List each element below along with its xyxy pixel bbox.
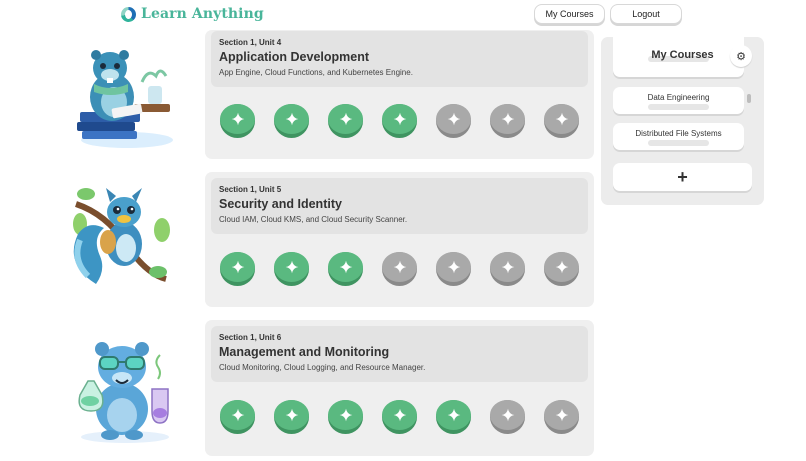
sparkle-icon <box>436 104 471 134</box>
logout-button[interactable]: Logout <box>610 4 682 24</box>
lesson-button-locked[interactable] <box>490 252 525 286</box>
unit-section-label: Section 1, Unit 4 <box>219 38 282 47</box>
add-course-button[interactable]: + <box>613 163 752 191</box>
unit-title: Application Development <box>219 50 370 64</box>
unit-header: Section 1, Unit 4 Application Developmen… <box>211 31 588 87</box>
bear-scientist-icon <box>78 342 169 443</box>
course-card-distributed-file-systems[interactable]: Distributed File Systems <box>613 123 744 150</box>
unit-card: Section 1, Unit 6 Management and Monitor… <box>205 320 594 456</box>
sparkle-icon <box>328 252 363 282</box>
unit-section-label: Section 1, Unit 6 <box>219 333 282 342</box>
lesson-button-completed[interactable] <box>274 400 309 434</box>
lesson-button-completed[interactable] <box>328 104 363 138</box>
sparkle-icon <box>544 104 579 134</box>
lesson-button-locked[interactable] <box>544 104 579 138</box>
gear-icon[interactable]: ⚙ <box>730 45 752 67</box>
course-name: Distributed File Systems <box>635 129 722 138</box>
lesson-button-completed[interactable] <box>220 104 255 138</box>
unit-header: Section 1, Unit 5 Security and Identity … <box>211 178 588 234</box>
sparkle-icon <box>544 252 579 282</box>
course-progress-bar <box>648 104 709 110</box>
lesson-button-locked[interactable] <box>544 400 579 434</box>
unit-description: Cloud Monitoring, Cloud Logging, and Res… <box>219 363 426 372</box>
beaver-reading-icon <box>77 50 173 148</box>
lesson-button-completed[interactable] <box>274 104 309 138</box>
sparkle-icon <box>436 252 471 282</box>
unit-title: Management and Monitoring <box>219 345 390 359</box>
sparkle-icon <box>490 400 525 430</box>
sparkle-icon <box>382 252 417 282</box>
unit-card: Section 1, Unit 5 Security and Identity … <box>205 172 594 307</box>
lesson-row <box>220 252 580 286</box>
sparkle-icon <box>490 252 525 282</box>
sparkle-icon <box>274 400 309 430</box>
sparkle-icon <box>490 104 525 134</box>
squirrel-on-branch-icon <box>73 188 170 284</box>
sparkle-icon <box>220 104 255 134</box>
lesson-button-completed[interactable] <box>382 104 417 138</box>
lesson-button-locked[interactable] <box>436 104 471 138</box>
lesson-button-locked[interactable] <box>490 104 525 138</box>
sparkle-icon <box>436 400 471 430</box>
unit-description: App Engine, Cloud Functions, and Kuberne… <box>219 68 413 77</box>
sparkle-icon <box>382 400 417 430</box>
lesson-button-locked[interactable] <box>544 252 579 286</box>
lesson-button-completed[interactable] <box>220 400 255 434</box>
my-courses-button[interactable]: My Courses <box>534 4 605 24</box>
sparkle-icon <box>328 104 363 134</box>
logo-mark-icon <box>121 6 136 22</box>
sparkle-icon <box>220 252 255 282</box>
logo-text: Learn Anything <box>141 6 264 22</box>
unit-section-label: Section 1, Unit 5 <box>219 185 282 194</box>
unit-header: Section 1, Unit 6 Management and Monitor… <box>211 326 588 382</box>
course-name: Data Engineering <box>647 93 710 102</box>
lesson-button-locked[interactable] <box>382 252 417 286</box>
course-progress-bar <box>648 140 709 146</box>
lesson-button-completed[interactable] <box>220 252 255 286</box>
unit-card: Section 1, Unit 4 Application Developmen… <box>205 30 594 159</box>
sparkle-icon <box>544 400 579 430</box>
lesson-button-locked[interactable] <box>436 252 471 286</box>
my-courses-panel: My Courses ⚙ Data Engineering Distribute… <box>601 37 764 205</box>
lesson-button-locked[interactable] <box>490 400 525 434</box>
top-header: Learn Anything My Courses Logout <box>0 0 806 30</box>
lesson-button-completed[interactable] <box>328 400 363 434</box>
sparkle-icon <box>382 104 417 134</box>
logo[interactable]: Learn Anything <box>121 6 264 22</box>
sparkle-icon <box>220 400 255 430</box>
sparkle-icon <box>274 104 309 134</box>
lesson-row <box>220 104 580 138</box>
sparkle-icon <box>274 252 309 282</box>
lesson-button-completed[interactable] <box>436 400 471 434</box>
sparkle-icon <box>328 400 363 430</box>
scrollbar-thumb[interactable] <box>747 94 751 103</box>
lesson-button-completed[interactable] <box>328 252 363 286</box>
lesson-button-completed[interactable] <box>382 400 417 434</box>
course-card-data-engineering[interactable]: Data Engineering <box>613 87 744 114</box>
lesson-row <box>220 400 580 434</box>
lesson-button-completed[interactable] <box>274 252 309 286</box>
unit-title: Security and Identity <box>219 197 342 211</box>
unit-description: Cloud IAM, Cloud KMS, and Cloud Security… <box>219 215 408 224</box>
